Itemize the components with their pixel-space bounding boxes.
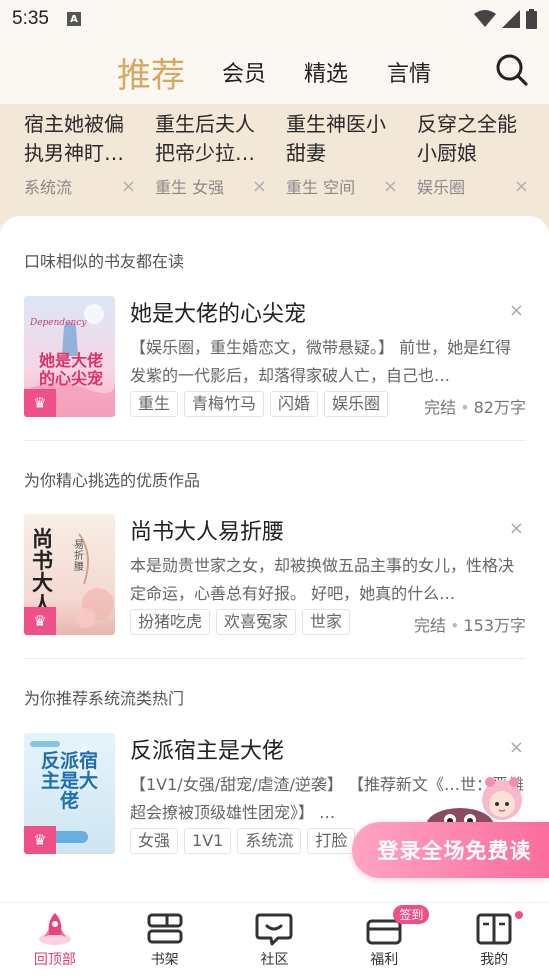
strip-book-tag: 娱乐圈 (417, 178, 466, 197)
login-free-read-button[interactable]: 登录全场免费读 (352, 822, 549, 878)
book-tag[interactable]: 青梅竹马 (184, 391, 265, 417)
recent-books-strip: 宿主她被偏执男神盯… 系统流 × 重生后夫人把帝少拉… 重生 女强 × 重生神医小甜… (0, 104, 549, 224)
chat-bubble-icon (255, 913, 293, 946)
nav-bookshelf[interactable]: 书架 (110, 903, 220, 976)
strip-book-tag: 系统流 (24, 178, 73, 197)
book-tag[interactable]: 1V1 (184, 828, 232, 854)
book-tag[interactable]: 打脸 (307, 828, 356, 854)
divider (24, 658, 526, 659)
strip-book-tag: 重生 女强 (155, 178, 225, 197)
book-tag[interactable]: 系统流 (237, 828, 302, 854)
book-completion: 完结 (414, 616, 447, 635)
crown-icon: ♛ (24, 607, 56, 635)
book-tag[interactable]: 欢喜冤家 (216, 609, 297, 635)
book-tag[interactable]: 扮猪吃虎 (130, 609, 211, 635)
book-card[interactable]: 尚书大人 易折腰 ♛ 尚书大人易折腰 × 本是勋贵世家之女，却被换做五品主事的女… (24, 514, 526, 636)
status-time: 5:35 (12, 8, 49, 29)
battery-icon (526, 9, 537, 29)
strip-book[interactable]: 重生后夫人把帝少拉… 重生 女强 × (155, 110, 267, 198)
book-word-count: 153万字 (463, 616, 526, 635)
section-heading: 口味相似的书友都在读 (24, 252, 185, 271)
divider (24, 440, 526, 441)
tab-featured[interactable]: 精选 (304, 56, 348, 88)
book-title[interactable]: 尚书大人易折腰 (130, 514, 284, 546)
signal-icon (502, 10, 520, 28)
book-cover[interactable]: 反派宿主是大佬 ♛ (24, 733, 115, 854)
nav-community[interactable]: 社区 (220, 903, 330, 976)
cover-title: 尚书大人 (32, 526, 53, 617)
close-icon[interactable]: × (514, 176, 529, 197)
strip-book-title: 反穿之全能小厨娘 (417, 112, 517, 165)
book-tag[interactable]: 重生 (130, 391, 179, 417)
strip-book-tag: 重生 空间 (286, 178, 356, 197)
cover-subtitle: 易折腰 (74, 540, 84, 573)
book-description: 本是勋贵世家之女，却被换做五品主事的女儿，性格决定命运，心善总有好报。 好吧，她… (130, 556, 515, 603)
book-description: 【娱乐圈，重生婚恋文，微带悬疑。】 前世，她是红得发紫的一代影后，却落得家破人亡… (130, 338, 512, 385)
close-icon[interactable]: × (509, 518, 524, 539)
wifi-icon (474, 10, 496, 27)
book-tag[interactable]: 世家 (302, 609, 351, 635)
close-icon[interactable]: × (383, 176, 398, 197)
book-cover[interactable]: 尚书大人 易折腰 ♛ (24, 514, 115, 635)
book-tag[interactable]: 娱乐圈 (324, 391, 389, 417)
cover-title: 反派宿主是大佬 (40, 750, 98, 812)
nav-label: 书架 (150, 952, 179, 968)
status-icons (474, 9, 537, 29)
nav-label: 回顶部 (33, 952, 76, 968)
strip-book-title: 重生后夫人把帝少拉… (155, 112, 255, 165)
status-bar: 5:35 A (0, 0, 549, 38)
book-tags: 扮猪吃虎 欢喜冤家 世家 (130, 609, 351, 635)
notification-a-icon: A (66, 12, 81, 26)
book-tag[interactable]: 女强 (130, 828, 179, 854)
book-completion: 完结 (424, 398, 457, 417)
book-tags: 女强 1V1 系统流 打脸 (130, 828, 356, 854)
strip-book-title: 重生神医小甜妻 (286, 112, 386, 165)
bottom-nav: 回顶部 书架 社区 签到 福利 我的 (0, 902, 549, 976)
sign-in-badge[interactable]: 签到 (393, 905, 430, 924)
search-icon[interactable] (495, 53, 529, 87)
close-icon[interactable]: × (121, 176, 136, 197)
close-icon[interactable]: × (509, 737, 524, 758)
nav-welfare[interactable]: 签到 福利 (329, 903, 439, 976)
book-title[interactable]: 反派宿主是大佬 (130, 733, 284, 765)
nav-label: 社区 (260, 952, 289, 968)
book-title[interactable]: 她是大佬的心尖宠 (130, 296, 306, 328)
book-status: 完结 • 82万字 (424, 398, 526, 417)
close-icon[interactable]: × (509, 300, 524, 321)
strip-book[interactable]: 宿主她被偏执男神盯… 系统流 × (24, 110, 136, 198)
section-heading: 为你精心挑选的优质作品 (24, 471, 201, 490)
book-tags: 重生 青梅竹马 闪婚 娱乐圈 (130, 391, 389, 417)
book-tag[interactable]: 闪婚 (270, 391, 319, 417)
strip-book-title: 宿主她被偏执男神盯… (24, 112, 124, 165)
strip-book[interactable]: 反穿之全能小厨娘 娱乐圈 × (417, 110, 529, 198)
cover-title: 她是大佬的心尖宠 (38, 351, 103, 388)
tab-vip[interactable]: 会员 (222, 56, 266, 88)
book-cover[interactable]: Dependency 她是大佬的心尖宠 ♛ (24, 296, 115, 417)
book-card[interactable]: Dependency 她是大佬的心尖宠 ♛ 她是大佬的心尖宠 × 【娱乐圈，重生… (24, 296, 526, 418)
section-heading: 为你推荐系统流类热门 (24, 689, 185, 708)
nav-back-to-top[interactable]: 回顶部 (0, 903, 110, 976)
close-icon[interactable]: × (252, 176, 267, 197)
nav-label: 我的 (480, 952, 509, 968)
top-nav: 推荐 会员 精选 言情 (0, 38, 549, 104)
cover-subtitle: Dependency (30, 318, 87, 328)
strip-book[interactable]: 重生神医小甜妻 重生 空间 × (286, 110, 398, 198)
profile-book-icon (476, 913, 512, 945)
notification-dot (514, 911, 523, 919)
rocket-icon (38, 913, 71, 945)
tab-recommend[interactable]: 推荐 (117, 48, 185, 97)
tab-romance[interactable]: 言情 (387, 56, 431, 88)
book-word-count: 82万字 (473, 398, 526, 417)
crown-icon: ♛ (24, 826, 56, 854)
bookshelf-icon (147, 913, 183, 944)
nav-label: 福利 (370, 952, 399, 968)
crown-icon: ♛ (24, 389, 56, 417)
book-status: 完结 • 153万字 (414, 616, 526, 635)
nav-profile[interactable]: 我的 (439, 903, 549, 976)
